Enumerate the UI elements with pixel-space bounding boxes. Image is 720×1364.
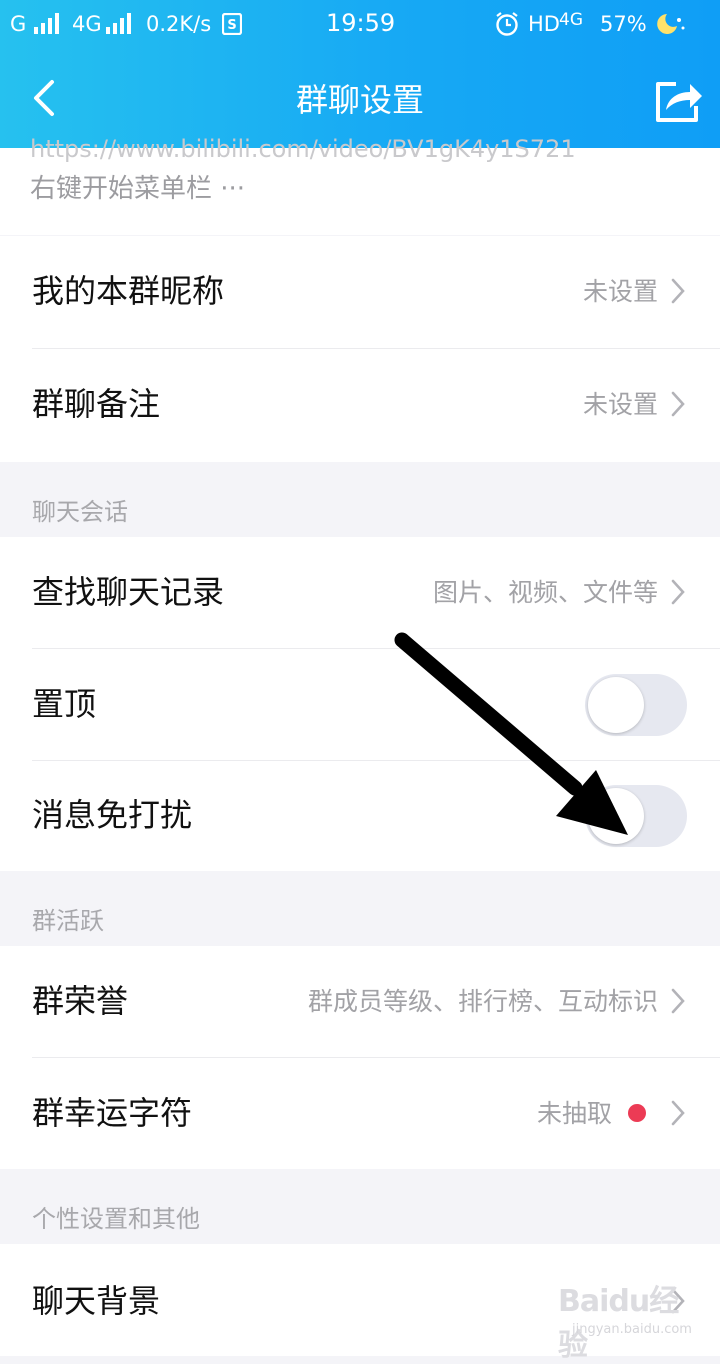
watermark-logo: Baidu经验 (558, 1284, 679, 1363)
section-header-activity: 群活跃 (32, 907, 104, 935)
row-label: 查找聊天记录 (32, 573, 225, 611)
page-title: 群聊设置 (295, 81, 424, 119)
share-button[interactable] (650, 72, 706, 128)
chevron-right-icon (671, 579, 685, 605)
carrier-label: G (10, 12, 27, 36)
row-my-nickname[interactable]: 我的本群昵称 未设置 (0, 236, 720, 347)
hd-label: HD (528, 12, 560, 36)
row-value: 群成员等级、排行榜、互动标识 (307, 987, 658, 1016)
moon-icon (653, 12, 687, 44)
toggle-knob (588, 677, 644, 733)
row-label: 聊天背景 (32, 1282, 161, 1320)
row-lucky-char[interactable]: 群幸运字符 未抽取 (0, 1058, 720, 1169)
share-icon (656, 82, 702, 122)
chevron-right-icon (671, 391, 685, 417)
svg-text:S: S (227, 18, 236, 33)
row-value: 未设置 (582, 390, 658, 419)
row-label: 置顶 (32, 685, 97, 723)
row-label: 群幸运字符 (32, 1094, 193, 1132)
chevron-right-icon (671, 278, 685, 304)
announcement-text: 右键开始菜单栏 ··· (30, 174, 246, 204)
row-do-not-disturb: 消息免打扰 (0, 760, 720, 871)
pin-toggle[interactable] (585, 674, 687, 736)
mute-toggle[interactable] (585, 785, 687, 847)
alarm-icon (494, 11, 520, 45)
speed-label: 0.2K/s (146, 12, 212, 36)
watermark-url: jingyan.baidu.com (572, 1322, 692, 1337)
row-label: 群荣誉 (32, 982, 129, 1020)
status-bar: G 4G 0.2K/s S 19:59 HD 4G 57% (0, 0, 720, 50)
signal-icon (33, 13, 61, 43)
row-pin-top: 置顶 (0, 649, 720, 760)
row-label: 群聊备注 (32, 385, 161, 423)
network2-label: 4G (559, 10, 583, 30)
row-label: 我的本群昵称 (32, 272, 225, 310)
row-label: 消息免打扰 (32, 796, 193, 834)
toggle-knob (588, 788, 644, 844)
watermark: Baidu经验 jingyan.baidu.com (558, 1272, 698, 1363)
row-value: 未设置 (582, 277, 658, 306)
section-header-chat: 聊天会话 (32, 498, 128, 526)
chevron-right-icon (671, 988, 685, 1014)
group-activity-section: 群荣誉 群成员等级、排行榜、互动标识 群幸运字符 未抽取 (0, 946, 720, 1169)
row-group-honor[interactable]: 群荣誉 群成员等级、排行榜、互动标识 (0, 946, 720, 1057)
clock: 19:59 (326, 9, 396, 37)
row-group-remark[interactable]: 群聊备注 未设置 (0, 349, 720, 460)
battery-label: 57% (600, 12, 647, 36)
section-header-personal: 个性设置和其他 (32, 1205, 200, 1233)
announcement-url: https://www.bilibili.com/video/BV1gK4y1S… (30, 135, 576, 163)
signal-icon (105, 13, 133, 43)
row-value: 未抽取 (536, 1099, 612, 1128)
chevron-right-icon (671, 1100, 685, 1126)
title-bar: G 4G 0.2K/s S 19:59 HD 4G 57% 群聊设置 (0, 0, 720, 148)
sim-icon: S (221, 12, 243, 43)
row-value: 图片、视频、文件等 (432, 578, 658, 607)
network-label: 4G (72, 12, 102, 36)
chat-session-section: 查找聊天记录 图片、视频、文件等 置顶 消息免打扰 (0, 537, 720, 871)
row-search-history[interactable]: 查找聊天记录 图片、视频、文件等 (0, 537, 720, 648)
group-info-section: 我的本群昵称 未设置 群聊备注 未设置 (0, 236, 720, 462)
notification-dot (628, 1104, 646, 1122)
